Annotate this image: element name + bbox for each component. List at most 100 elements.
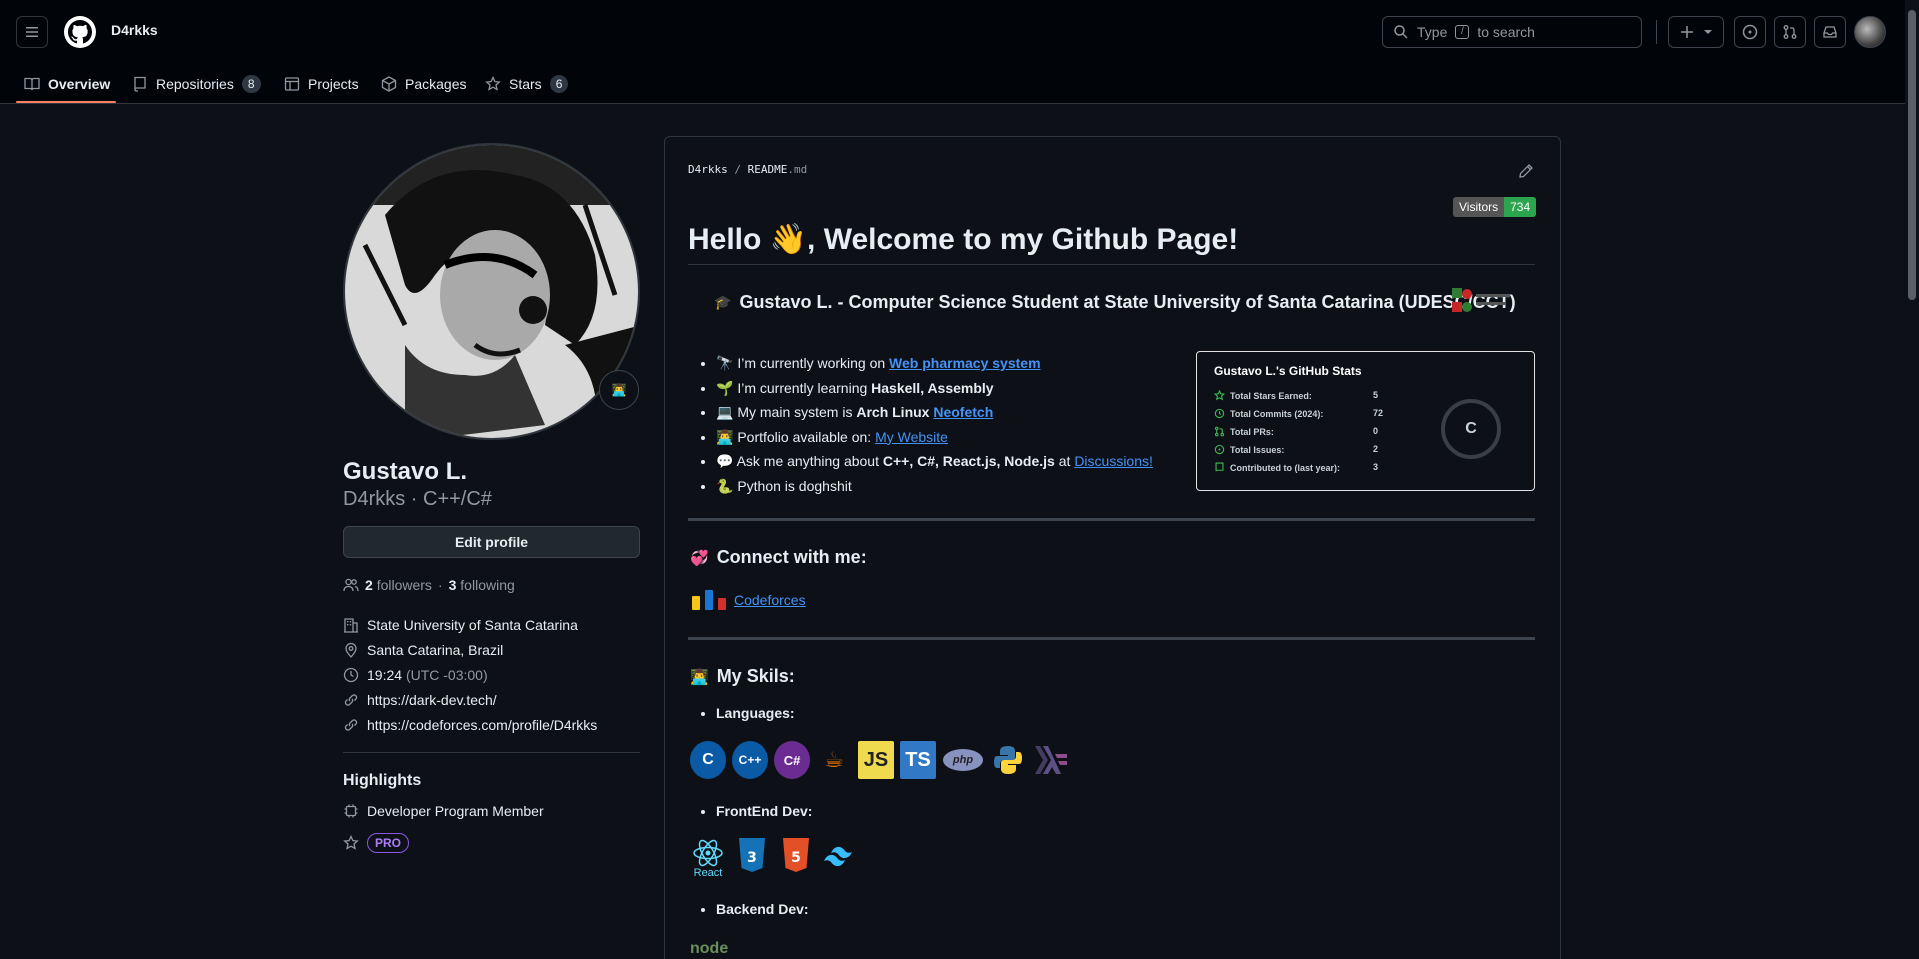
issues-button[interactable]: [1734, 16, 1766, 48]
discussions-link[interactable]: Discussions!: [1074, 453, 1153, 469]
my-website-link[interactable]: My Website: [875, 429, 948, 445]
status-emoji-button[interactable]: 👨‍💻: [599, 370, 639, 410]
tab-packages[interactable]: Packages: [381, 64, 466, 104]
codeforces-logo-icon: [692, 590, 726, 610]
github-logo-icon[interactable]: [64, 16, 96, 48]
create-new-button[interactable]: [1668, 16, 1724, 48]
grade-ring: C: [1441, 399, 1501, 459]
crumb-user[interactable]: D4rkks: [688, 163, 728, 176]
connect-heading: 💞 Connect with me:: [690, 547, 867, 568]
profile-fullname: Gustavo L.: [343, 458, 468, 485]
repo-icon: [1215, 462, 1224, 472]
following-link[interactable]: 3 following: [449, 577, 515, 593]
telescope-icon: 🔭: [716, 355, 734, 371]
tab-overview[interactable]: Overview: [24, 64, 110, 104]
crumb-file[interactable]: README: [748, 163, 788, 176]
list-item: 💬 Ask me anything about C++, C#, React.j…: [716, 449, 1153, 474]
tab-projects[interactable]: Projects: [284, 64, 359, 104]
search-suffix: to search: [1477, 24, 1535, 40]
languages-icons: C C++ C# ☕ JS TS php: [690, 741, 1068, 779]
table-icon: [284, 77, 300, 91]
sidebar-divider: [343, 752, 640, 753]
visitors-label: Visitors: [1453, 197, 1505, 217]
profile-tabs: Overview Repositories 8 Projects Package…: [0, 64, 1919, 104]
scrollbar-thumb[interactable]: [1908, 10, 1916, 300]
pull-request-icon: [1783, 25, 1797, 39]
pull-requests-button[interactable]: [1774, 16, 1806, 48]
followers-label: followers: [376, 577, 432, 593]
skills-heading: 👨‍💻 My Skils:: [690, 666, 795, 687]
skills-title: My Skils:: [716, 666, 795, 686]
issue-icon: [1214, 444, 1225, 455]
search-shortcut-key: /: [1455, 25, 1470, 39]
stat-row: Total Stars Earned:: [1214, 390, 1312, 401]
list-item: 🐍 Python is doghshit: [716, 474, 1153, 499]
list-bold: Haskell, Assembly: [871, 379, 994, 396]
profile-website: https://dark-dev.tech/: [343, 692, 497, 708]
about-list: 🔭 I’m currently working on Web pharmacy …: [716, 351, 1153, 498]
hamburger-menu-button[interactable]: [16, 16, 48, 48]
udesc-logo: [1452, 288, 1514, 314]
tab-label: Stars: [509, 76, 542, 92]
list-item: 👨‍💻 Portfolio available on: My Website: [716, 425, 1153, 450]
edit-profile-button[interactable]: Edit profile: [343, 526, 640, 558]
profile-avatar[interactable]: [343, 143, 640, 440]
java-language-icon: ☕: [824, 747, 844, 772]
link-icon: [344, 694, 358, 706]
php-language-icon: php: [943, 749, 983, 771]
website-link[interactable]: https://dark-dev.tech/: [367, 692, 497, 708]
stat-label: Total PRs:: [1230, 426, 1274, 437]
react-icon: React: [690, 836, 726, 882]
following-label: following: [460, 577, 515, 593]
stat-value: 2: [1373, 444, 1379, 454]
tailwind-icon: [822, 836, 858, 874]
stat-row: Contributed to (last year):: [1214, 462, 1340, 473]
following-count: 3: [448, 577, 457, 593]
tab-label: Packages: [405, 76, 467, 92]
technologist-icon: 👨‍💻: [716, 428, 734, 445]
package-icon: [381, 76, 397, 92]
book-icon: [24, 77, 40, 91]
csharp-language-icon: C#: [774, 741, 810, 779]
section-rule: [688, 518, 1535, 521]
inbox-button[interactable]: [1814, 16, 1846, 48]
followers-link[interactable]: 2 followers: [365, 577, 432, 593]
neofetch-link[interactable]: Neofetch: [933, 404, 993, 420]
organization-icon: [344, 618, 358, 633]
tab-stars[interactable]: Stars 6: [485, 64, 569, 104]
web-pharmacy-link[interactable]: Web pharmacy system: [889, 355, 1040, 371]
svg-text:3: 3: [747, 850, 757, 866]
active-tab-indicator: [16, 101, 116, 103]
pull-request-icon: [1214, 426, 1225, 437]
subtitle-text: Gustavo L. - Computer Science Student at…: [739, 292, 1516, 312]
status-emoji-icon: 👨‍💻: [611, 383, 627, 397]
search-input[interactable]: Type / to search: [1382, 16, 1642, 48]
grade-letter: C: [1465, 420, 1477, 437]
header-username[interactable]: D4rkks: [111, 22, 158, 38]
codeforces-link[interactable]: Codeforces: [734, 592, 806, 608]
user-avatar-menu[interactable]: [1854, 16, 1886, 48]
crumb-file-ext: .md: [787, 163, 808, 176]
organization-text: State University of Santa Catarina: [367, 617, 578, 633]
list-text: My main system is: [737, 404, 857, 420]
codeforces-link[interactable]: https://codeforces.com/profile/D4rkks: [367, 717, 597, 733]
tab-repositories[interactable]: Repositories 8: [132, 64, 261, 104]
list-item: 🌱 I’m currently learning Haskell, Assemb…: [716, 376, 1153, 401]
tab-label: Overview: [48, 76, 111, 92]
timezone: (UTC -03:00): [405, 667, 488, 683]
developer-program-text[interactable]: Developer Program Member: [367, 803, 544, 819]
repo-count-badge: 8: [241, 75, 261, 93]
avatar-illustration: [345, 145, 638, 438]
chevron-down-icon: [1704, 30, 1712, 34]
laptop-icon: 💻: [716, 404, 734, 420]
technologist-icon: 👨‍💻: [690, 668, 709, 686]
location-icon: [345, 642, 357, 658]
list-bold: Arch Linux: [856, 404, 930, 420]
graduation-cap-icon: 🎓: [714, 294, 732, 310]
profile-location: Santa Catarina, Brazil: [343, 642, 503, 658]
edit-readme-button[interactable]: [1518, 163, 1534, 182]
stat-label: Contributed to (last year):: [1230, 462, 1341, 473]
cpu-icon: [344, 804, 358, 818]
link-icon: [344, 719, 358, 731]
location-text: Santa Catarina, Brazil: [367, 642, 504, 658]
